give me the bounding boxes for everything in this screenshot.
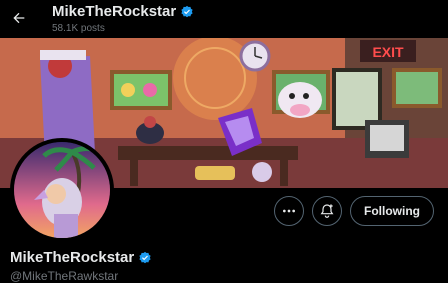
- verified-badge-icon: [139, 251, 151, 263]
- following-button[interactable]: Following: [350, 196, 434, 226]
- profile-avatar[interactable]: [10, 138, 114, 242]
- post-count: 58.1K posts: [52, 23, 105, 34]
- notifications-button[interactable]: [312, 196, 342, 226]
- exit-sign: EXIT: [372, 44, 404, 60]
- back-button[interactable]: [6, 5, 32, 31]
- profile-name-text: MikeTheRockstar: [10, 249, 135, 266]
- more-icon: [283, 209, 295, 213]
- back-arrow-icon: [13, 12, 25, 24]
- header-name-text: MikeTheRockstar: [52, 3, 177, 20]
- more-button[interactable]: [274, 196, 304, 226]
- profile-actions: Following: [274, 196, 434, 226]
- notification-bell-plus-icon: [320, 204, 334, 218]
- verified-badge-icon: [181, 5, 193, 17]
- top-bar: MikeTheRockstar 58.1K posts: [0, 0, 448, 38]
- header-display-name: MikeTheRockstar: [52, 3, 194, 20]
- profile-display-name: MikeTheRockstar: [10, 249, 152, 266]
- profile-handle: @MikeTheRawkstar: [10, 269, 119, 283]
